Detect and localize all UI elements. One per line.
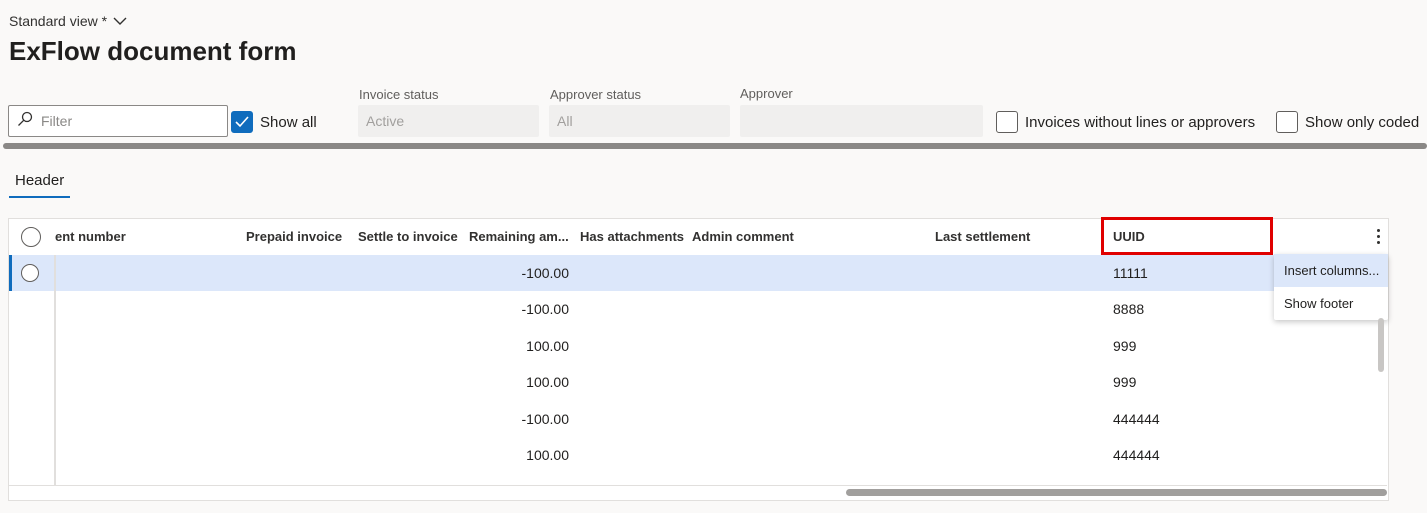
show-all-label: Show all xyxy=(260,113,317,131)
cell-uuid: 999 xyxy=(1113,374,1137,390)
cell-remaining-amount: 100.00 xyxy=(526,374,569,390)
menu-item-insert-columns[interactable]: Insert columns... xyxy=(1274,254,1388,287)
table-row[interactable]: -100.00 8888 xyxy=(9,291,1388,327)
no-lines-toggle[interactable]: Invoices without lines or approvers xyxy=(996,111,1255,133)
approver-field[interactable] xyxy=(740,105,983,137)
view-selector[interactable]: Standard view * xyxy=(9,13,127,29)
grid-options-menu: Insert columns... Show footer xyxy=(1274,254,1388,320)
frozen-column-divider xyxy=(54,255,56,485)
view-name: Standard view * xyxy=(9,13,108,29)
cell-remaining-amount: 100.00 xyxy=(526,447,569,463)
table-row[interactable]: 100.00 444444 xyxy=(9,437,1388,473)
invoice-status-field[interactable]: Active xyxy=(358,105,539,137)
no-lines-checkbox[interactable] xyxy=(996,111,1018,133)
check-icon xyxy=(235,116,249,128)
vertical-scrollbar[interactable] xyxy=(1378,318,1384,372)
search-icon xyxy=(17,111,33,132)
uuid-highlight-box xyxy=(1101,217,1273,255)
table-row[interactable]: -100.00 11111 xyxy=(9,255,1388,291)
col-last-settlement[interactable]: Last settlement xyxy=(935,229,1030,244)
approver-status-label: Approver status xyxy=(550,87,642,102)
tab-header[interactable]: Header xyxy=(15,172,64,189)
document-grid: ent number Prepaid invoice Settle to inv… xyxy=(8,218,1389,501)
row-select-radio[interactable] xyxy=(21,264,39,282)
table-row[interactable]: -100.00 444444 xyxy=(9,401,1388,437)
show-only-coded-toggle[interactable]: Show only coded xyxy=(1276,111,1419,133)
col-remaining-amount[interactable]: Remaining am... xyxy=(469,229,569,244)
filter-input[interactable] xyxy=(39,112,223,130)
cell-uuid: 999 xyxy=(1113,338,1137,354)
cell-remaining-amount: -100.00 xyxy=(521,411,569,427)
menu-item-show-footer[interactable]: Show footer xyxy=(1274,287,1388,320)
horizontal-scroll-track xyxy=(9,485,1387,486)
chevron-down-icon xyxy=(113,13,127,29)
table-row[interactable]: 100.00 999 xyxy=(9,364,1388,400)
filter-field[interactable] xyxy=(8,105,228,137)
cell-uuid: 11111 xyxy=(1113,265,1148,281)
tab-active-indicator xyxy=(9,196,70,198)
col-document-number[interactable]: ent number xyxy=(55,229,126,244)
row-selected-indicator xyxy=(9,255,12,291)
splitter[interactable] xyxy=(3,143,1427,149)
cell-remaining-amount: -100.00 xyxy=(521,265,569,281)
show-only-coded-label: Show only coded xyxy=(1305,113,1420,131)
table-row[interactable]: 100.00 999 xyxy=(9,328,1388,364)
cell-remaining-amount: 100.00 xyxy=(526,338,569,354)
horizontal-scrollbar[interactable] xyxy=(846,489,1387,496)
no-lines-label: Invoices without lines or approvers xyxy=(1025,113,1256,131)
show-all-toggle[interactable]: Show all xyxy=(231,111,317,133)
col-settle-to-invoice[interactable]: Settle to invoice xyxy=(358,229,458,244)
approver-status-field[interactable]: All xyxy=(549,105,730,137)
col-prepaid-invoice[interactable]: Prepaid invoice xyxy=(246,229,342,244)
cell-uuid: 444444 xyxy=(1113,411,1160,427)
cell-remaining-amount: -100.00 xyxy=(521,301,569,317)
select-all-radio[interactable] xyxy=(21,227,41,247)
page-title: ExFlow document form xyxy=(9,36,297,66)
col-admin-comment[interactable]: Admin comment xyxy=(692,229,794,244)
invoice-status-label: Invoice status xyxy=(359,87,439,102)
show-all-checkbox[interactable] xyxy=(231,111,253,133)
cell-uuid: 8888 xyxy=(1113,301,1145,317)
col-has-attachments[interactable]: Has attachments xyxy=(580,229,684,244)
more-vertical-icon[interactable] xyxy=(1369,226,1387,246)
cell-uuid: 444444 xyxy=(1113,447,1160,463)
show-only-coded-checkbox[interactable] xyxy=(1276,111,1298,133)
approver-label: Approver xyxy=(740,86,793,101)
